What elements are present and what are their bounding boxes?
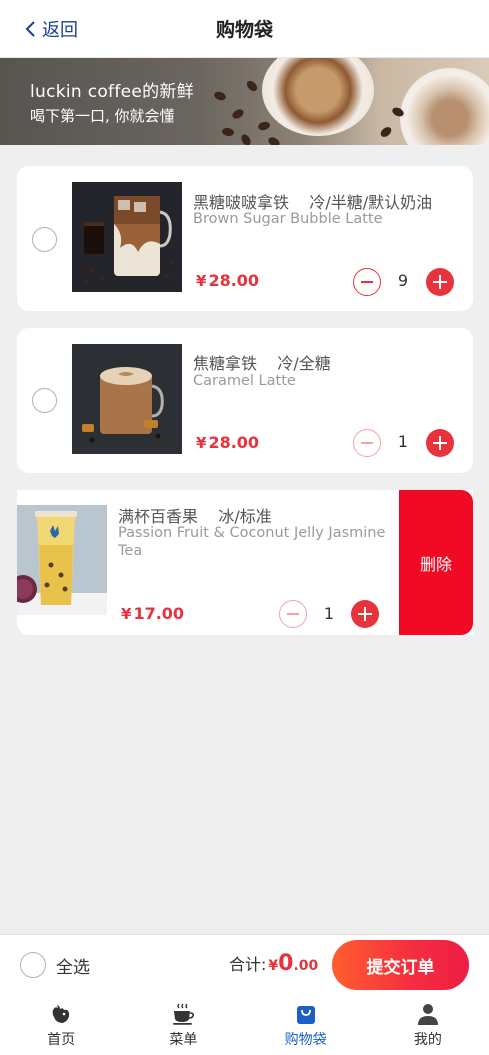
quantity-value: 1 <box>323 604 335 623</box>
banner-subline: 喝下第一口, 你就会懂 <box>30 107 175 125</box>
tab-profile[interactable]: 我的 <box>367 998 489 1055</box>
item-select-radio[interactable] <box>32 388 57 413</box>
delete-item-button[interactable]: 删除 <box>399 490 473 635</box>
decrease-quantity-button[interactable] <box>279 600 307 628</box>
product-price: ¥17.00 <box>121 604 185 623</box>
tab-home[interactable]: 首页 <box>0 998 122 1055</box>
user-icon <box>417 1004 438 1025</box>
product-image-caramel-latte <box>72 344 182 454</box>
total-label: 合计: <box>229 955 267 974</box>
quantity-value: 9 <box>397 271 409 290</box>
increase-quantity-button[interactable] <box>426 429 454 457</box>
tab-menu[interactable]: 菜单 <box>122 998 244 1055</box>
increase-quantity-button[interactable] <box>351 600 379 628</box>
item-select-radio[interactable] <box>32 227 57 252</box>
product-price: ¥28.00 <box>196 433 260 452</box>
cart-item: 黑糖啵啵拿铁 冷/半糖/默认奶油 Brown Sugar Bubble Latt… <box>17 166 473 311</box>
product-image-passion-fruit-tea <box>17 505 107 615</box>
product-options: 冷/全糖 <box>277 354 331 373</box>
tab-shopping-bag[interactable]: 购物袋 <box>245 998 367 1055</box>
decrease-quantity-button[interactable] <box>353 429 381 457</box>
quantity-value: 1 <box>397 432 409 451</box>
top-nav-bar: 返回 购物袋 <box>0 0 489 58</box>
product-name: 焦糖拿铁 冷/全糖 <box>193 354 331 373</box>
cart-item: 焦糖拿铁 冷/全糖 Caramel Latte ¥28.00 1 <box>17 328 473 473</box>
coffee-cup-icon <box>173 1003 195 1025</box>
checkout-footer: 全选 合计: ¥ 0 .00 提交订单 首页 菜单 购物袋 我的 <box>0 934 489 1055</box>
coffee-cup-image <box>400 68 489 145</box>
increase-quantity-button[interactable] <box>426 268 454 296</box>
shopping-bag-icon <box>296 1006 315 1024</box>
promo-banner[interactable]: luckin coffee的新鲜 喝下第一口, 你就会懂 <box>0 58 489 145</box>
product-price: ¥28.00 <box>196 271 260 290</box>
product-english-name: Brown Sugar Bubble Latte <box>193 211 383 227</box>
submit-order-button[interactable]: 提交订单 <box>332 940 469 990</box>
latte-art-image <box>262 58 374 136</box>
bottom-tab-bar: 首页 菜单 购物袋 我的 <box>0 998 489 1055</box>
product-image-brown-sugar-latte <box>72 182 182 292</box>
product-english-name: Caramel Latte <box>193 373 296 389</box>
page-title: 购物袋 <box>215 19 273 41</box>
total-price: 合计: ¥ 0 .00 <box>229 951 319 976</box>
deer-logo-icon <box>52 1005 70 1023</box>
banner-headline: luckin coffee的新鲜 <box>30 82 195 102</box>
select-all-toggle[interactable]: 全选 <box>20 952 90 978</box>
select-all-label: 全选 <box>56 957 90 978</box>
decrease-quantity-button[interactable] <box>353 268 381 296</box>
select-all-radio[interactable] <box>20 952 46 978</box>
product-english-name: Passion Fruit & Coconut Jelly Jasmine Te… <box>118 525 386 559</box>
